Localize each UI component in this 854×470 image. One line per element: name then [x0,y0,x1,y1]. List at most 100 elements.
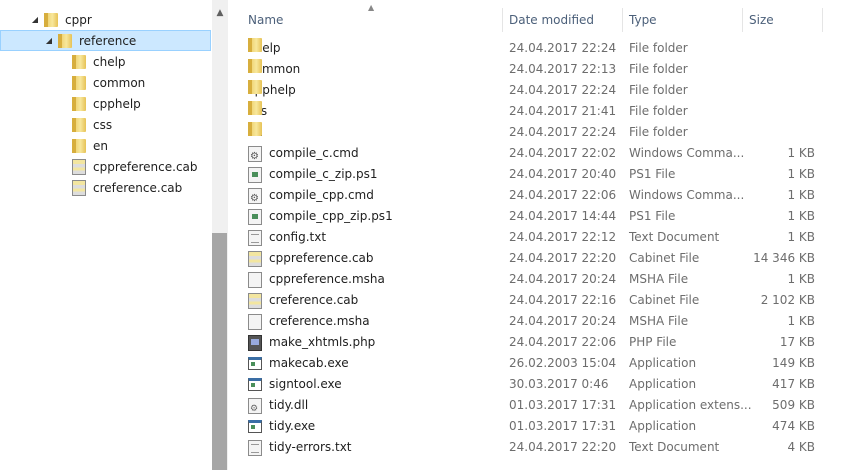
file-size: 474 KB [772,419,815,433]
nav-item-label: creference.cab [93,180,183,195]
scrollbar-thumb[interactable] [212,233,227,470]
file-row[interactable]: signtool.exe 30.03.2017 0:46 Application… [240,374,830,395]
cab-file-icon [248,250,262,267]
file-name: make_xhtmls.php [269,335,376,349]
file-date: 24.04.2017 20:24 [509,272,617,286]
folder-icon [72,138,86,153]
file-name: tidy-errors.txt [269,440,352,454]
exe-file-icon [248,420,262,433]
file-row[interactable]: makecab.exe 26.02.2003 15:04 Application… [240,353,830,374]
nav-item-label: reference [79,33,137,48]
file-type: PS1 File [629,209,676,223]
column-divider[interactable] [742,8,743,32]
file-row[interactable]: cppreference.cab 24.04.2017 22:20 Cabine… [240,248,830,269]
file-row[interactable]: tidy.dll 01.03.2017 17:31 Application ex… [240,395,830,420]
column-header-name[interactable]: Name [248,8,283,32]
file-name: compile_cpp.cmd [269,188,374,202]
file-row[interactable]: common 24.04.2017 22:13 File folder [240,59,830,80]
nav-item-css[interactable]: css [58,114,112,135]
file-size: 1 KB [787,146,815,160]
file-row[interactable]: creference.cab 24.04.2017 22:16 Cabinet … [240,290,830,311]
file-date: 24.04.2017 20:24 [509,314,617,328]
scroll-up-icon[interactable]: ▲ [212,8,228,18]
expand-arrow-icon[interactable]: ◢ [44,36,54,45]
file-date: 30.03.2017 0:46 [509,377,609,391]
nav-item-label: cppreference.cab [93,159,198,174]
nav-item-label: cppr [65,12,92,27]
file-date: 24.04.2017 22:06 [509,335,617,349]
file-row[interactable]: config.txt 24.04.2017 22:12 Text Documen… [240,227,830,248]
file-date: 24.04.2017 14:44 [509,209,617,223]
cab-file-icon [72,179,86,196]
folder-icon [72,96,86,111]
nav-item-creference-cab[interactable]: creference.cab [58,177,182,198]
file-date: 24.04.2017 22:20 [509,440,617,454]
nav-item-cppreference-cab[interactable]: cppreference.cab [58,156,198,177]
file-name: cppreference.cab [269,251,374,265]
file-row[interactable]: cpphelp 24.04.2017 22:24 File folder [240,80,830,101]
file-type: File folder [629,41,688,55]
file-row[interactable]: tidy.exe 01.03.2017 17:31 Application 47… [240,416,830,437]
nav-item-chelp[interactable]: chelp [58,51,126,72]
nav-scrollbar[interactable]: ▲ [212,0,228,470]
exe-file-icon [248,357,262,370]
file-row[interactable]: chelp 24.04.2017 22:24 File folder [240,38,830,59]
file-name: creference.cab [269,293,359,307]
file-row[interactable]: css 24.04.2017 21:41 File folder [240,101,830,122]
file-row[interactable]: make_xhtmls.php 24.04.2017 22:06 PHP Fil… [240,332,830,353]
file-row[interactable]: creference.msha 24.04.2017 20:24 MSHA Fi… [240,311,830,332]
nav-item-cpphelp[interactable]: cpphelp [58,93,141,114]
file-row[interactable]: en 24.04.2017 22:24 File folder [240,122,830,143]
folder-icon [72,75,86,90]
file-name: compile_c_zip.ps1 [269,167,378,181]
folder-icon [248,122,262,136]
file-date: 01.03.2017 17:31 [509,419,617,433]
nav-item-reference[interactable]: ◢ reference [0,30,211,51]
file-size: 1 KB [787,188,815,202]
file-name: makecab.exe [269,356,349,370]
column-divider[interactable] [622,8,623,32]
file-type: Text Document [629,230,720,244]
file-type: File folder [629,62,688,76]
file-date: 01.03.2017 17:31 [509,398,617,412]
ps1-file-icon [248,208,262,225]
file-size: 14 346 KB [753,251,815,265]
file-row[interactable]: tidy-errors.txt 24.04.2017 22:20 Text Do… [240,437,830,458]
file-size: 4 KB [787,440,815,454]
file-row[interactable]: compile_c_zip.ps1 24.04.2017 20:40 PS1 F… [240,164,830,185]
file-name: compile_cpp_zip.ps1 [269,209,393,223]
file-row[interactable]: cppreference.msha 24.04.2017 20:24 MSHA … [240,269,830,290]
file-type: PHP File [629,335,677,349]
column-header-type[interactable]: Type [629,8,657,32]
column-header-size[interactable]: Size [749,8,774,32]
cab-file-icon [248,292,262,309]
column-header-date[interactable]: Date modified [509,8,594,32]
nav-item-common[interactable]: common [58,72,145,93]
msha-file-icon [248,313,262,330]
file-type: File folder [629,83,688,97]
file-row[interactable]: compile_cpp.cmd 24.04.2017 22:06 Windows… [240,185,830,209]
sort-ascending-icon: ▲ [368,3,375,12]
file-name: compile_c.cmd [269,146,359,160]
file-name: creference.msha [269,314,370,328]
nav-item-cppr[interactable]: ◢ cppr [30,9,92,30]
column-divider[interactable] [502,8,503,32]
navigation-pane: ◢ cppr ◢ reference chelp common cpphelp css en cp… [0,0,212,470]
file-type: Application extens... [629,398,752,412]
folder-icon [44,12,58,27]
column-divider[interactable] [822,8,823,32]
cmd-file-icon [248,187,262,209]
file-name: tidy.dll [269,398,309,412]
folder-icon [72,117,86,132]
file-type: PS1 File [629,167,676,181]
file-date: 24.04.2017 22:02 [509,146,617,160]
file-row[interactable]: compile_cpp_zip.ps1 24.04.2017 14:44 PS1… [240,206,830,227]
nav-item-en[interactable]: en [58,135,108,156]
folder-icon [248,80,262,94]
file-row[interactable]: compile_c.cmd 24.04.2017 22:02 Windows C… [240,143,830,167]
file-date: 24.04.2017 22:24 [509,125,617,139]
expand-arrow-icon[interactable]: ◢ [30,15,40,24]
nav-item-label: chelp [93,54,126,69]
file-size: 2 102 KB [760,293,815,307]
file-size: 509 KB [772,398,815,412]
